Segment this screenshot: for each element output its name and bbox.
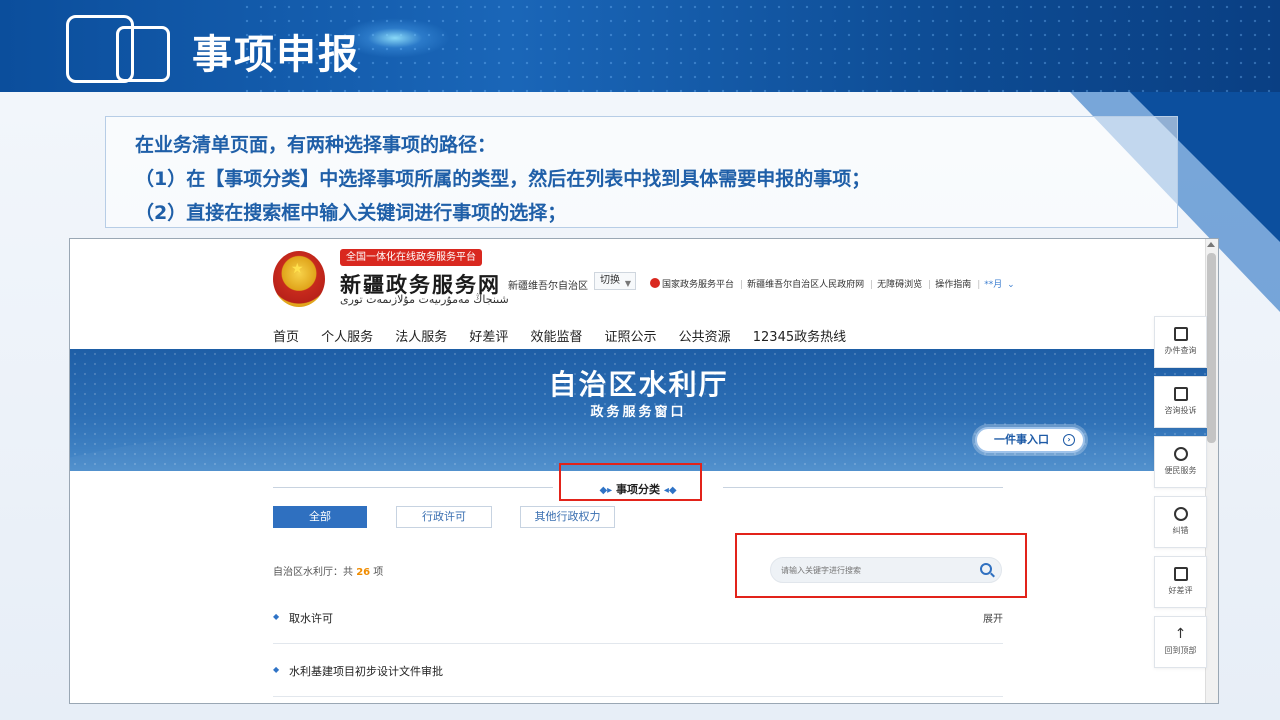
nav-item-legal-person[interactable]: 法人服务 [395, 326, 447, 345]
region-switch-label: 切换 [600, 275, 620, 286]
scroll-thumb[interactable] [1207, 253, 1216, 443]
top-link-government[interactable]: 新疆维吾尔自治区人民政府网 [747, 280, 864, 290]
intro-line: 在业务清单页面，有两种选择事项的路径： [135, 134, 497, 156]
list-item[interactable]: ◆ 水利基建项目初步设计文件审批 [273, 645, 1003, 697]
nav-item-supervision[interactable]: 效能监督 [530, 326, 582, 345]
intro-line: （1）在【事项分类】中选择事项所属的类型，然后在列表中找到具体需要申报的事项； [135, 168, 871, 190]
top-link-guide[interactable]: 操作指南 [935, 280, 971, 290]
intro-line: （2）直接在搜索框中输入关键词进行事项的选择； [135, 202, 567, 224]
side-tool-case-query[interactable]: 办件查询 [1154, 316, 1207, 368]
emblem-small-icon [650, 278, 660, 288]
nav-item-evaluation[interactable]: 好差评 [469, 326, 508, 345]
side-tool-correction[interactable]: 纠错 [1154, 496, 1207, 548]
list-item-label: 取水许可 [289, 612, 333, 625]
list-item-label: 水利基建项目初步设计文件审批 [289, 665, 443, 678]
arrow-up-icon: ↑ [1174, 626, 1187, 642]
slide-logo-frame-icon [116, 26, 170, 82]
nav-item-public-resources[interactable]: 公共资源 [679, 326, 731, 345]
chat-bubble-icon [1173, 387, 1188, 401]
website-screenshot: ★ 全国一体化在线政务服务平台 新疆政务服务网 شىنجاڭ مەمۇرىيەت… [69, 238, 1219, 704]
top-link-accessibility[interactable]: 无障碍浏览 [877, 280, 922, 290]
department-banner: 自治区水利厅 政务服务窗口 一件事入口 › [70, 349, 1207, 471]
side-tool-convenience[interactable]: 便民服务 [1154, 436, 1207, 488]
item-count-suffix: 项 [373, 567, 384, 578]
one-thing-entry-label: 一件事入口 [994, 433, 1049, 446]
bullet-arrow-icon: ◆ [273, 665, 280, 674]
region-switch-button[interactable]: 切换 ▼ [594, 272, 636, 290]
banner-subtitle: 政务服务窗口 [590, 405, 687, 420]
one-thing-entry-button[interactable]: 一件事入口 › [975, 427, 1085, 453]
top-link-national-platform[interactable]: 国家政务服务平台 [662, 280, 734, 290]
bullet-arrow-icon: ◆ [273, 612, 280, 621]
expand-link[interactable]: 展开 [983, 610, 1003, 625]
site-name-uyghur: شىنجاڭ مەمۇرىيەت مۇلازىمەت تورى [340, 293, 509, 306]
nav-item-home[interactable]: 首页 [273, 326, 299, 345]
side-tool-consult[interactable]: 咨询投诉 [1154, 376, 1207, 428]
national-emblem-icon: ★ [273, 251, 325, 307]
filter-administrative-license-button[interactable]: 行政许可 [396, 506, 492, 528]
side-tool-label: 便民服务 [1164, 466, 1197, 475]
side-tool-back-to-top[interactable]: ↑ 回到顶部 [1154, 616, 1207, 668]
side-tool-label: 好差评 [1168, 586, 1193, 595]
heart-hand-icon [1173, 447, 1188, 461]
side-tool-label: 回到顶部 [1164, 646, 1197, 655]
slide-title: 事项申报 [192, 32, 360, 78]
side-tool-evaluation[interactable]: 好差评 [1154, 556, 1207, 608]
banner-title: 自治区水利厅 [548, 368, 729, 401]
list-item[interactable]: ◆ 取水许可 展开 [273, 592, 1003, 644]
filter-all-button[interactable]: 全部 [273, 506, 367, 528]
nav-item-hotline[interactable]: 12345政务热线 [753, 326, 846, 345]
arrow-right-circle-icon: › [1063, 434, 1075, 446]
top-links: 国家政务服务平台 | 新疆维吾尔自治区人民政府网 | 无障碍浏览 | 操作指南 | **月 ⌄ [650, 277, 1017, 290]
item-count-prefix: 自治区水利厅：共 [273, 567, 353, 578]
chevron-down-icon: ▼ [624, 279, 631, 288]
nav-item-personal[interactable]: 个人服务 [321, 326, 373, 345]
main-nav: 首页 个人服务 法人服务 好差评 效能监督 证照公示 公共资源 12345政务热… [273, 326, 863, 345]
side-tool-label: 办件查询 [1164, 346, 1197, 355]
platform-badge: 全国一体化在线政务服务平台 [340, 249, 482, 266]
slide-header: 事项申报 [0, 0, 1280, 92]
item-count-number: 26 [356, 567, 371, 578]
item-count: 自治区水利厅：共 26 项 [273, 563, 383, 578]
scroll-up-arrow-icon[interactable] [1207, 242, 1215, 247]
user-menu[interactable]: **月 [984, 280, 1002, 290]
edit-document-icon [1173, 567, 1188, 581]
highlight-box-category [559, 463, 702, 501]
magnifier-icon [1173, 507, 1188, 521]
chevron-down-icon[interactable]: ⌄ [1004, 280, 1015, 290]
region-label: 新疆维吾尔自治区 [508, 281, 588, 292]
document-search-icon [1173, 327, 1188, 341]
highlight-box-search [735, 533, 1027, 598]
side-tool-label: 咨询投诉 [1164, 406, 1197, 415]
filter-other-power-button[interactable]: 其他行政权力 [520, 506, 615, 528]
nav-item-certificates[interactable]: 证照公示 [605, 326, 657, 345]
side-tool-label: 纠错 [1172, 526, 1189, 535]
